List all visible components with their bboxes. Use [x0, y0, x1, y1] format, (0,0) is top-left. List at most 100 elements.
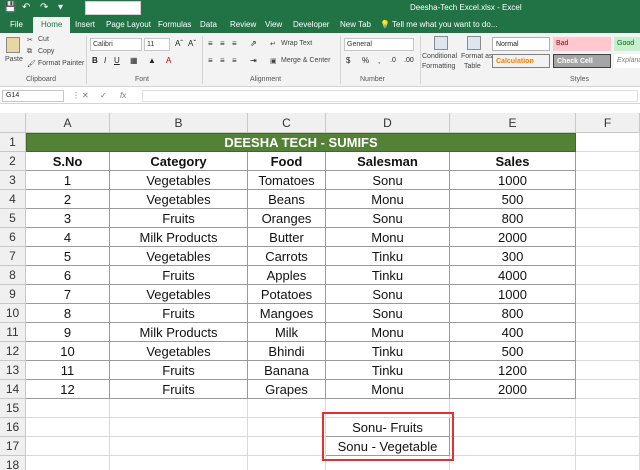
table-cell[interactable]: Monu [326, 190, 450, 209]
table-cell[interactable]: Fruits [110, 380, 248, 399]
sheet-cell[interactable] [26, 418, 110, 437]
sheet-cell[interactable] [248, 437, 326, 456]
sheet-cell[interactable] [576, 247, 640, 266]
enter-icon[interactable]: ✓ [100, 90, 107, 102]
row-header-7[interactable]: 7 [0, 247, 26, 266]
row-header-2[interactable]: 2 [0, 152, 26, 171]
sheet-cell[interactable] [576, 399, 640, 418]
increase-decimal-icon[interactable]: .0 [390, 56, 396, 66]
table-cell[interactable]: Carrots [248, 247, 326, 266]
table-cell[interactable]: Butter [248, 228, 326, 247]
sheet-cell[interactable] [26, 437, 110, 456]
table-cell[interactable]: 800 [450, 304, 576, 323]
table-cell[interactable]: Tomatoes [248, 171, 326, 190]
sheet-cell[interactable] [576, 209, 640, 228]
sheet-cell[interactable] [110, 418, 248, 437]
table-cell[interactable]: 4 [26, 228, 110, 247]
format-as-table-icon[interactable] [467, 36, 481, 50]
sheet-cell[interactable] [450, 437, 576, 456]
copy-icon[interactable]: ⧉ [27, 48, 32, 56]
font-name-select[interactable]: Calibri [90, 38, 142, 51]
sheet-cell[interactable] [450, 456, 576, 470]
undo-icon[interactable]: ↶ [22, 2, 30, 14]
align-bottom-icon[interactable]: ≡ [232, 39, 237, 49]
table-cell[interactable]: 9 [26, 323, 110, 342]
sheet-cell[interactable] [576, 380, 640, 399]
table-cell[interactable]: Sonu [326, 285, 450, 304]
table-cell[interactable]: 1000 [450, 285, 576, 304]
quick-access-field[interactable] [85, 1, 141, 15]
row-header-6[interactable]: 6 [0, 228, 26, 247]
cut-button[interactable]: Cut [38, 36, 49, 43]
table-cell[interactable]: Sonu [326, 171, 450, 190]
sheet-cell[interactable] [576, 418, 640, 437]
name-box[interactable]: G14 [2, 90, 64, 102]
sheet-cell[interactable] [450, 399, 576, 418]
column-header-d[interactable]: D [326, 113, 450, 133]
sheet-cell[interactable] [576, 133, 640, 152]
indent-icon[interactable]: ⇥ [250, 56, 257, 66]
sheet-cell[interactable] [576, 266, 640, 285]
table-cell[interactable]: Tinku [326, 247, 450, 266]
table-cell[interactable]: Fruits [110, 266, 248, 285]
align-top-icon[interactable]: ≡ [208, 39, 213, 49]
column-heading-salesman[interactable]: Salesman [326, 152, 450, 171]
tab-insert[interactable]: Insert [75, 17, 95, 33]
table-cell[interactable]: Milk Products [110, 323, 248, 342]
style-normal[interactable]: Normal [492, 37, 550, 51]
table-cell[interactable]: Monu [326, 380, 450, 399]
sheet-cell[interactable] [110, 437, 248, 456]
table-cell[interactable]: 5 [26, 247, 110, 266]
table-cell[interactable]: Vegetables [110, 171, 248, 190]
row-header-4[interactable]: 4 [0, 190, 26, 209]
table-cell[interactable]: Vegetables [110, 285, 248, 304]
tell-me-search[interactable]: 💡 Tell me what you want to do... [380, 17, 497, 33]
table-cell[interactable]: 3 [26, 209, 110, 228]
format-painter-icon[interactable]: 🖌 [27, 60, 36, 68]
number-format-select[interactable]: General [344, 38, 414, 51]
formula-input[interactable] [142, 90, 638, 102]
italic-button[interactable]: I [104, 56, 106, 66]
table-cell[interactable]: Banana [248, 361, 326, 380]
fill-color-icon[interactable]: ▲ [148, 56, 156, 66]
percent-icon[interactable]: % [362, 56, 369, 66]
tab-review[interactable]: Review [230, 17, 256, 33]
increase-font-icon[interactable]: Aˆ [175, 39, 183, 49]
row-header-9[interactable]: 9 [0, 285, 26, 304]
font-color-icon[interactable]: A [166, 56, 171, 66]
save-icon[interactable]: 💾 [4, 2, 16, 14]
sheet-cell[interactable] [576, 456, 640, 470]
quick-access-icon[interactable]: ▾ [58, 2, 63, 14]
style-bad[interactable]: Bad [553, 37, 611, 51]
sheet-cell[interactable] [26, 399, 110, 418]
align-middle-icon[interactable]: ≡ [220, 39, 225, 49]
merge-center-button[interactable]: Merge & Center [281, 57, 330, 64]
column-header-a[interactable]: A [26, 113, 110, 133]
column-header-e[interactable]: E [450, 113, 576, 133]
table-cell[interactable]: Bhindi [248, 342, 326, 361]
table-cell[interactable]: Vegetables [110, 342, 248, 361]
table-cell[interactable]: Potatoes [248, 285, 326, 304]
style-good[interactable]: Good [614, 37, 640, 51]
table-cell[interactable]: 800 [450, 209, 576, 228]
tab-new-tab[interactable]: New Tab [340, 17, 371, 33]
currency-icon[interactable]: $ [346, 56, 350, 66]
decrease-decimal-icon[interactable]: .00 [404, 56, 414, 66]
table-cell[interactable]: 2000 [450, 380, 576, 399]
table-cell[interactable]: Sonu [326, 304, 450, 323]
table-cell[interactable]: 400 [450, 323, 576, 342]
align-right-icon[interactable]: ≡ [232, 56, 237, 66]
table-cell[interactable]: 4000 [450, 266, 576, 285]
tab-home[interactable]: Home [33, 17, 71, 33]
table-cell[interactable]: Oranges [248, 209, 326, 228]
tab-page-layout[interactable]: Page Layout [106, 17, 151, 33]
merge-icon[interactable]: ▣ [270, 57, 277, 65]
table-cell[interactable]: 8 [26, 304, 110, 323]
table-cell[interactable]: 500 [450, 190, 576, 209]
sheet-cell[interactable] [248, 456, 326, 470]
table-cell[interactable]: 12 [26, 380, 110, 399]
style-explanatory[interactable]: Explana [614, 54, 640, 68]
table-cell[interactable]: Monu [326, 228, 450, 247]
column-heading-sno[interactable]: S.No [26, 152, 110, 171]
sheet-cell[interactable] [576, 323, 640, 342]
